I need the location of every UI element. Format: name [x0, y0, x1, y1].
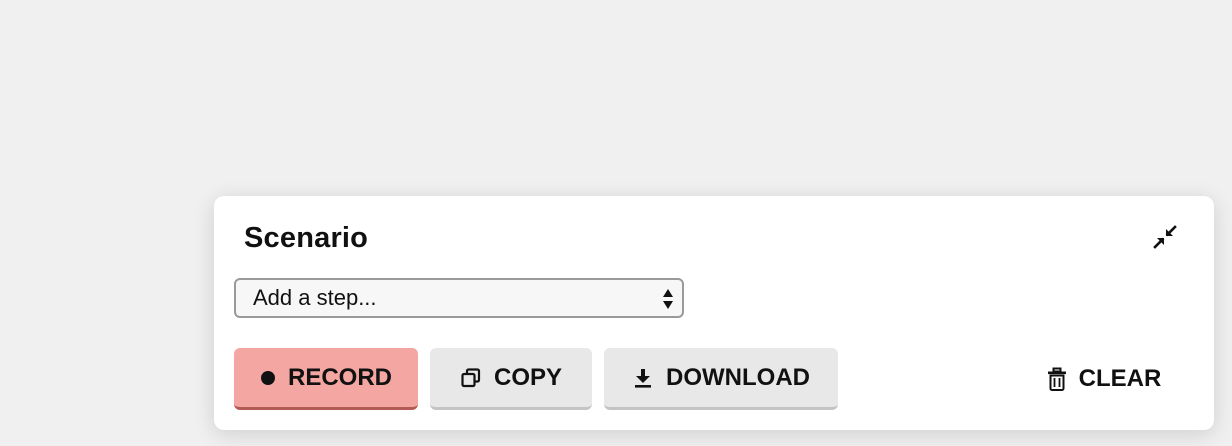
trash-icon [1047, 367, 1067, 391]
collapse-button[interactable] [1150, 222, 1180, 252]
copy-icon [460, 367, 482, 389]
download-button[interactable]: DOWNLOAD [604, 348, 838, 410]
add-step-select[interactable]: Add a step... [234, 278, 684, 318]
clear-button-label: CLEAR [1078, 365, 1162, 392]
collapse-arrows-icon [1151, 223, 1179, 251]
add-step-select-value: Add a step... [253, 285, 377, 310]
panel-title: Scenario [244, 222, 369, 254]
scenario-panel: Scenario Add a step... RECORD COPY DOWNL… [214, 196, 1214, 430]
copy-button-label: COPY [493, 363, 562, 391]
select-arrows-icon [662, 286, 674, 312]
record-dot-icon [260, 370, 276, 386]
record-button[interactable]: RECORD [234, 348, 418, 410]
download-button-label: DOWNLOAD [666, 363, 810, 391]
copy-button[interactable]: COPY [430, 348, 592, 410]
record-button-label: RECORD [287, 363, 392, 391]
clear-button[interactable]: CLEAR [1036, 348, 1172, 410]
download-icon [632, 367, 654, 389]
